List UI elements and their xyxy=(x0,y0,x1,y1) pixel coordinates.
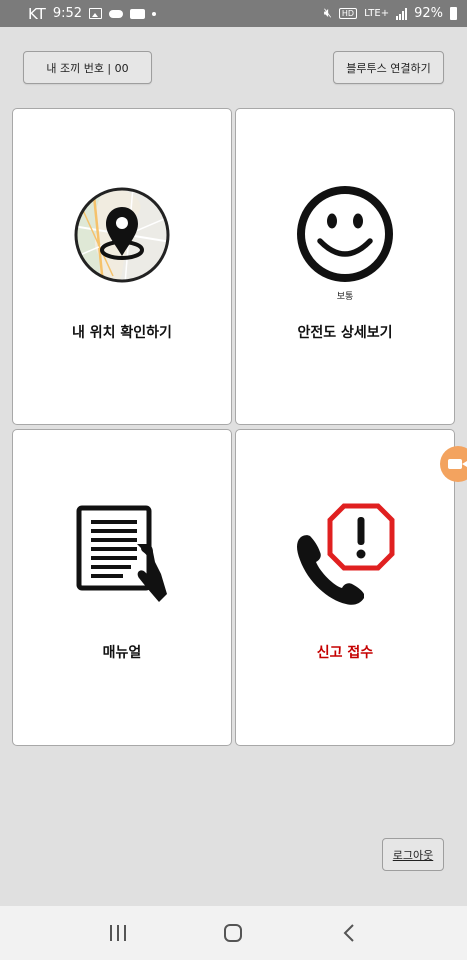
manual-label: 매뉴얼 xyxy=(102,645,142,661)
video-camera-icon xyxy=(130,8,146,19)
recent-apps-button[interactable] xyxy=(98,913,138,953)
battery-icon xyxy=(450,7,457,20)
carrier-label: KT xyxy=(28,4,46,23)
smiley-face-icon xyxy=(297,186,393,282)
back-button[interactable] xyxy=(329,913,369,953)
status-bar: KT 9:52 🔇︎ HD LTE+ 92% xyxy=(0,0,467,27)
signal-icon xyxy=(396,7,408,20)
my-location-label: 내 위치 확인하기 xyxy=(72,325,172,341)
video-camera-icon xyxy=(448,459,467,469)
notification-dot-icon xyxy=(152,11,157,16)
mute-icon: 🔇︎ xyxy=(323,6,332,21)
bluetooth-connect-button[interactable]: 블루투스 연결하기 xyxy=(333,51,444,84)
safety-status-text: 보통 xyxy=(336,292,354,302)
phone-alert-icon xyxy=(297,503,395,605)
manual-card[interactable]: 매뉴얼 xyxy=(12,429,232,746)
battery-percent: 92% xyxy=(414,6,443,21)
logout-button[interactable]: 로그아웃 xyxy=(382,838,444,871)
safety-detail-card[interactable]: 보통 안전도 상세보기 xyxy=(235,108,455,425)
back-icon xyxy=(343,924,354,942)
safety-detail-label: 안전도 상세보기 xyxy=(297,325,393,341)
hd-voice-icon: HD xyxy=(338,8,358,19)
recent-apps-icon xyxy=(109,925,126,941)
report-card[interactable]: 신고 접수 xyxy=(235,429,455,746)
report-label: 신고 접수 xyxy=(316,645,374,661)
home-button[interactable] xyxy=(213,913,253,953)
home-icon xyxy=(224,924,243,942)
document-hand-icon xyxy=(76,505,167,602)
clock: 9:52 xyxy=(52,6,83,21)
map-pin-icon xyxy=(74,187,170,283)
my-location-card[interactable]: 내 위치 확인하기 xyxy=(12,108,232,425)
navigation-bar xyxy=(0,906,467,960)
status-left: KT 9:52 xyxy=(28,4,157,23)
status-right: 🔇︎ HD LTE+ 92% xyxy=(324,6,457,21)
cloud-icon xyxy=(109,9,124,18)
device-number-button[interactable]: 내 조끼 번호 | 00 xyxy=(23,51,152,84)
network-type: LTE+ xyxy=(364,8,390,19)
gallery-icon xyxy=(89,8,103,19)
